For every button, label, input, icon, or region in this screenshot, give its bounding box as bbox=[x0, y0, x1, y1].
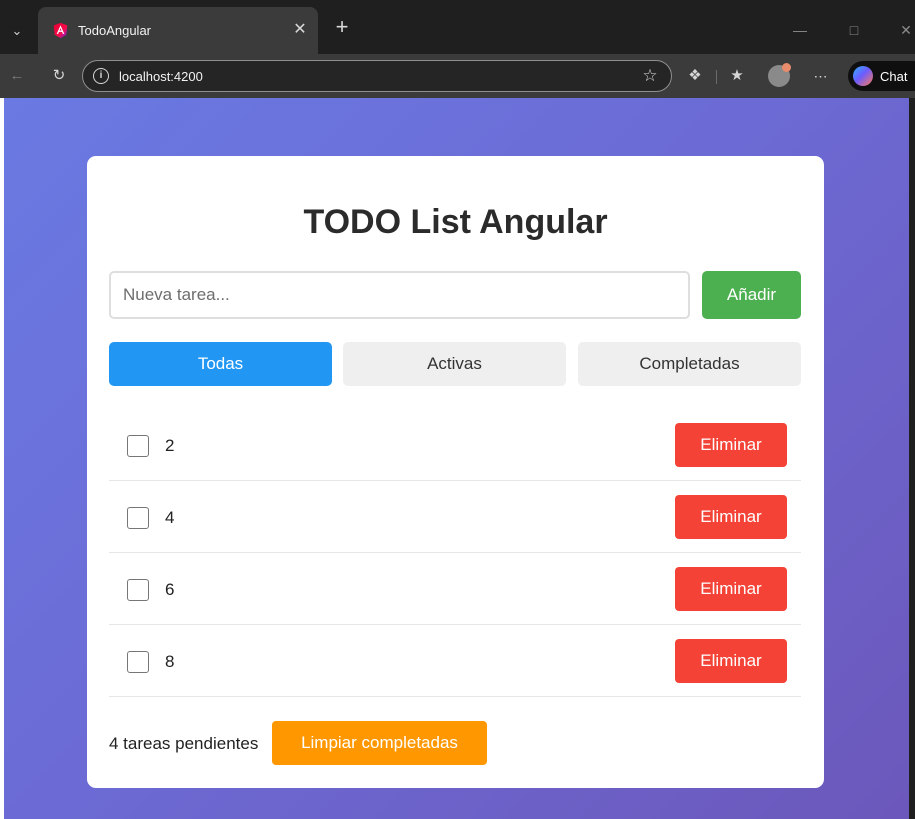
delete-todo-button[interactable]: Eliminar bbox=[675, 423, 787, 467]
profile-icon[interactable] bbox=[768, 63, 791, 87]
close-tab-icon[interactable]: ✕ bbox=[288, 17, 312, 43]
page-title: TODO List Angular bbox=[303, 203, 608, 241]
delete-todo-button[interactable]: Eliminar bbox=[675, 495, 787, 539]
new-tab-plus-icon[interactable]: + bbox=[330, 16, 354, 40]
todo-item: 6 Eliminar bbox=[109, 553, 801, 625]
todo-item: 4 Eliminar bbox=[109, 481, 801, 553]
page-viewport: TODO List Angular Añadir Todas Activas C… bbox=[4, 98, 909, 819]
more-icon[interactable]: ⋯ bbox=[808, 63, 834, 89]
browser-titlebar: ⌄ TodoAngular ✕ + — □ ✕ bbox=[0, 0, 915, 54]
todo-checkbox[interactable] bbox=[127, 579, 149, 601]
copilot-icon bbox=[853, 66, 873, 86]
address-url: localhost:4200 bbox=[119, 69, 203, 84]
todo-checkbox[interactable] bbox=[127, 507, 149, 529]
todo-item: 2 Eliminar bbox=[109, 409, 801, 481]
copilot-label: Chat bbox=[880, 69, 908, 84]
back-arrow-icon[interactable]: ← bbox=[4, 63, 30, 89]
todo-text: 4 bbox=[165, 508, 175, 527]
favorites-icon[interactable]: ★ bbox=[724, 63, 750, 89]
page-scrollbar[interactable] bbox=[909, 98, 915, 819]
reload-icon[interactable]: ↻ bbox=[46, 63, 72, 89]
browser-tab[interactable]: TodoAngular ✕ bbox=[38, 7, 318, 54]
todo-list: 2 Eliminar 4 Eliminar 6 Eliminar 8 Elimi… bbox=[109, 409, 801, 697]
todo-text: 6 bbox=[165, 580, 175, 599]
todo-item: 8 Eliminar bbox=[109, 625, 801, 697]
copilot-chat-button[interactable]: Chat bbox=[848, 61, 915, 91]
minimize-icon[interactable]: — bbox=[790, 18, 810, 42]
todo-text: 8 bbox=[165, 652, 175, 671]
angular-icon bbox=[53, 22, 68, 39]
tab-list-chevron-icon[interactable]: ⌄ bbox=[4, 18, 30, 44]
extensions-icon[interactable]: ❖ bbox=[682, 63, 708, 89]
filter-all-button[interactable]: Todas bbox=[109, 342, 332, 386]
window-close-icon[interactable]: ✕ bbox=[896, 18, 915, 42]
new-task-input[interactable] bbox=[109, 271, 690, 319]
address-bar[interactable]: i localhost:4200 ☆ bbox=[82, 60, 672, 92]
browser-toolbar: ← ↻ i localhost:4200 ☆ ❖ ★ ⋯ Chat bbox=[0, 54, 915, 98]
clear-completed-button[interactable]: Limpiar completadas bbox=[272, 721, 487, 765]
delete-todo-button[interactable]: Eliminar bbox=[675, 639, 787, 683]
todo-text: 2 bbox=[165, 436, 175, 455]
delete-todo-button[interactable]: Eliminar bbox=[675, 567, 787, 611]
tab-title: TodoAngular bbox=[78, 23, 151, 38]
maximize-icon[interactable]: □ bbox=[844, 18, 864, 42]
star-icon[interactable]: ☆ bbox=[638, 65, 662, 87]
pending-count: 4 tareas pendientes bbox=[109, 734, 259, 753]
filter-completed-button[interactable]: Completadas bbox=[578, 342, 801, 386]
info-icon[interactable]: i bbox=[93, 68, 109, 84]
todo-checkbox[interactable] bbox=[127, 651, 149, 673]
toolbar-divider bbox=[716, 70, 717, 84]
todo-checkbox[interactable] bbox=[127, 435, 149, 457]
filter-active-button[interactable]: Activas bbox=[343, 342, 566, 386]
add-task-button[interactable]: Añadir bbox=[702, 271, 801, 319]
todo-card: TODO List Angular Añadir Todas Activas C… bbox=[87, 156, 824, 788]
